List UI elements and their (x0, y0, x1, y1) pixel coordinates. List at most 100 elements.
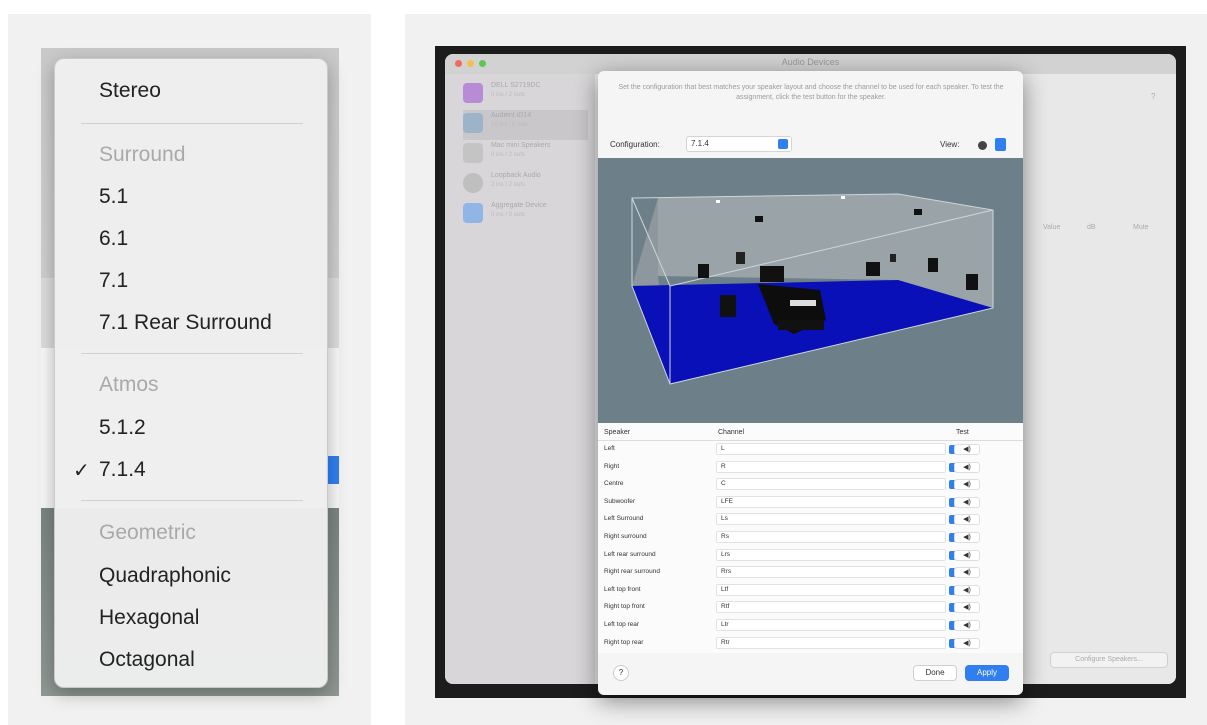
speaker-name-cell: Right rear surround (604, 568, 660, 576)
speaker-name-cell: Left rear surround (604, 550, 656, 558)
channel-popup[interactable]: Lrs (716, 548, 958, 561)
speaker-icon (463, 143, 483, 163)
window-title: Audio Devices (781, 57, 840, 67)
speaker-rtf (841, 196, 845, 199)
speaker-left (720, 295, 736, 317)
speaker-lrs (736, 252, 745, 264)
channel-popup[interactable]: Rs (716, 531, 958, 543)
channel-popup[interactable]: Ls (716, 513, 958, 526)
aggregate-device-icon (463, 203, 483, 223)
menu-separator (81, 123, 303, 124)
configure-speakers-button[interactable]: Configure Speakers... (1050, 652, 1168, 668)
device-item[interactable]: Loopback Audio 2 ins / 2 outs (463, 170, 588, 200)
speaker-name-cell: Centre (604, 480, 624, 488)
menu-header-surround: Surround (99, 143, 186, 166)
display-icon (463, 83, 483, 103)
checkmark-icon: ✓ (73, 460, 90, 482)
menu-separator (81, 353, 303, 354)
menu-item-quadraphonic[interactable]: Quadraphonic (99, 564, 231, 588)
test-speaker-button[interactable]: ◀) (954, 602, 980, 614)
room-3d-view (631, 193, 994, 385)
loopback-icon (463, 173, 483, 193)
view-label: View: (940, 140, 960, 149)
speaker-configuration-menu: Stereo Surround 5.1 6.1 7.1 7.1 Rear Sur… (54, 58, 328, 688)
menu-item-octagonal[interactable]: Octagonal (99, 648, 195, 672)
help-icon[interactable]: ? (1151, 92, 1155, 101)
device-item[interactable]: Aggregate Device 0 ins / 0 outs (463, 200, 588, 230)
menu-item-5-1[interactable]: 5.1 (99, 185, 128, 209)
speaker-name-cell: Right top rear (604, 638, 644, 646)
speaker-room-visualization[interactable] (598, 158, 1023, 423)
speaker-name-cell: Right (604, 462, 620, 470)
speaker-ltr (755, 216, 763, 222)
channel-popup[interactable]: LFE (716, 495, 958, 508)
channel-popup[interactable]: C (716, 478, 958, 491)
menu-item-5-1-2[interactable]: 5.1.2 (99, 416, 146, 440)
view-popup-button[interactable] (995, 138, 1006, 151)
channel-popup[interactable]: Rtf (716, 601, 958, 614)
test-speaker-button[interactable]: ◀) (954, 479, 980, 491)
device-sidebar: DELL S2719DC 0 ins / 2 outs Audient iD14… (445, 74, 595, 684)
speaker-ltf (716, 200, 720, 203)
test-speaker-button[interactable]: ◀) (954, 549, 980, 561)
test-speaker-button[interactable]: ◀) (954, 584, 980, 596)
configuration-label: Configuration: (610, 140, 660, 149)
channel-popup[interactable]: Ltr (716, 619, 958, 631)
speaker-rtr (914, 209, 922, 215)
speaker-rs (928, 258, 938, 272)
speaker-rear (890, 254, 896, 262)
channel-popup[interactable]: Rtr (716, 636, 958, 649)
menu-header-geometric: Geometric (99, 521, 196, 544)
menu-separator (81, 500, 303, 501)
speaker-centre (760, 266, 784, 282)
table-header-speaker: Speaker (604, 429, 631, 436)
menu-header-atmos: Atmos (99, 373, 159, 396)
table-header-test: Test (956, 429, 969, 436)
speaker-rrs (866, 262, 880, 276)
speaker-ls (698, 264, 709, 278)
configuration-popup[interactable]: 7.1.4 (686, 136, 792, 152)
speaker-name-cell: Subwoofer (604, 497, 636, 505)
device-item[interactable]: DELL S2719DC 0 ins / 2 outs (463, 80, 588, 110)
apply-button[interactable]: Apply (965, 665, 1009, 681)
menu-item-7-1[interactable]: 7.1 (99, 269, 128, 293)
menu-item-stereo[interactable]: Stereo (99, 79, 161, 103)
speaker-channel-table: Speaker Channel Test Left L ◀) Right R ◀) Cent… (598, 423, 1023, 653)
menu-item-hexagonal[interactable]: Hexagonal (99, 606, 199, 630)
channel-popup[interactable]: R (716, 460, 958, 473)
test-speaker-button[interactable]: ◀) (954, 637, 980, 649)
usb-icon (463, 113, 483, 133)
device-item-selected[interactable]: Audient iD14 10 ins / 8 outs (463, 110, 588, 140)
column-header-value: Value (1043, 224, 1061, 231)
channel-popup[interactable]: Rrs (716, 566, 958, 579)
speaker-name-cell: Right top front (604, 603, 645, 611)
chevron-updown-icon (778, 139, 788, 149)
test-speaker-button[interactable]: ◀) (954, 461, 980, 473)
table-header-channel: Channel (718, 429, 745, 436)
speaker-name-cell: Left Surround (604, 515, 644, 523)
test-speaker-button[interactable]: ◀) (954, 567, 980, 579)
help-button[interactable]: ? (613, 665, 629, 681)
column-header-mute: Mute (1133, 224, 1149, 231)
speaker-name-cell: Left top front (604, 585, 641, 593)
speaker-name-cell: Left (604, 445, 615, 452)
channel-popup[interactable]: L (716, 443, 958, 455)
device-item[interactable]: Mac mini Speakers 0 ins / 2 outs (463, 140, 588, 170)
speaker-right-side (966, 274, 978, 290)
menu-item-6-1[interactable]: 6.1 (99, 227, 128, 251)
test-speaker-button[interactable]: ◀) (954, 496, 980, 508)
channel-popup[interactable]: Ltf (716, 583, 958, 596)
test-speaker-button[interactable]: ◀) (954, 444, 980, 455)
menu-item-7-1-rear-surround[interactable]: 7.1 Rear Surround (99, 311, 272, 335)
test-speaker-button[interactable]: ◀) (954, 514, 980, 526)
view-mode-icon[interactable] (978, 141, 987, 150)
menu-item-7-1-4[interactable]: 7.1.4 (99, 458, 146, 482)
speaker-name-cell: Right surround (604, 533, 647, 540)
speaker-setup-sheet: Set the configuration that best matches … (598, 71, 1023, 695)
done-button[interactable]: Done (913, 665, 957, 681)
subwoofer (778, 320, 824, 330)
column-header-db: dB (1087, 224, 1096, 231)
sheet-description: Set the configuration that best matches … (618, 84, 1004, 101)
test-speaker-button[interactable]: ◀) (954, 532, 980, 543)
test-speaker-button[interactable]: ◀) (954, 620, 980, 631)
